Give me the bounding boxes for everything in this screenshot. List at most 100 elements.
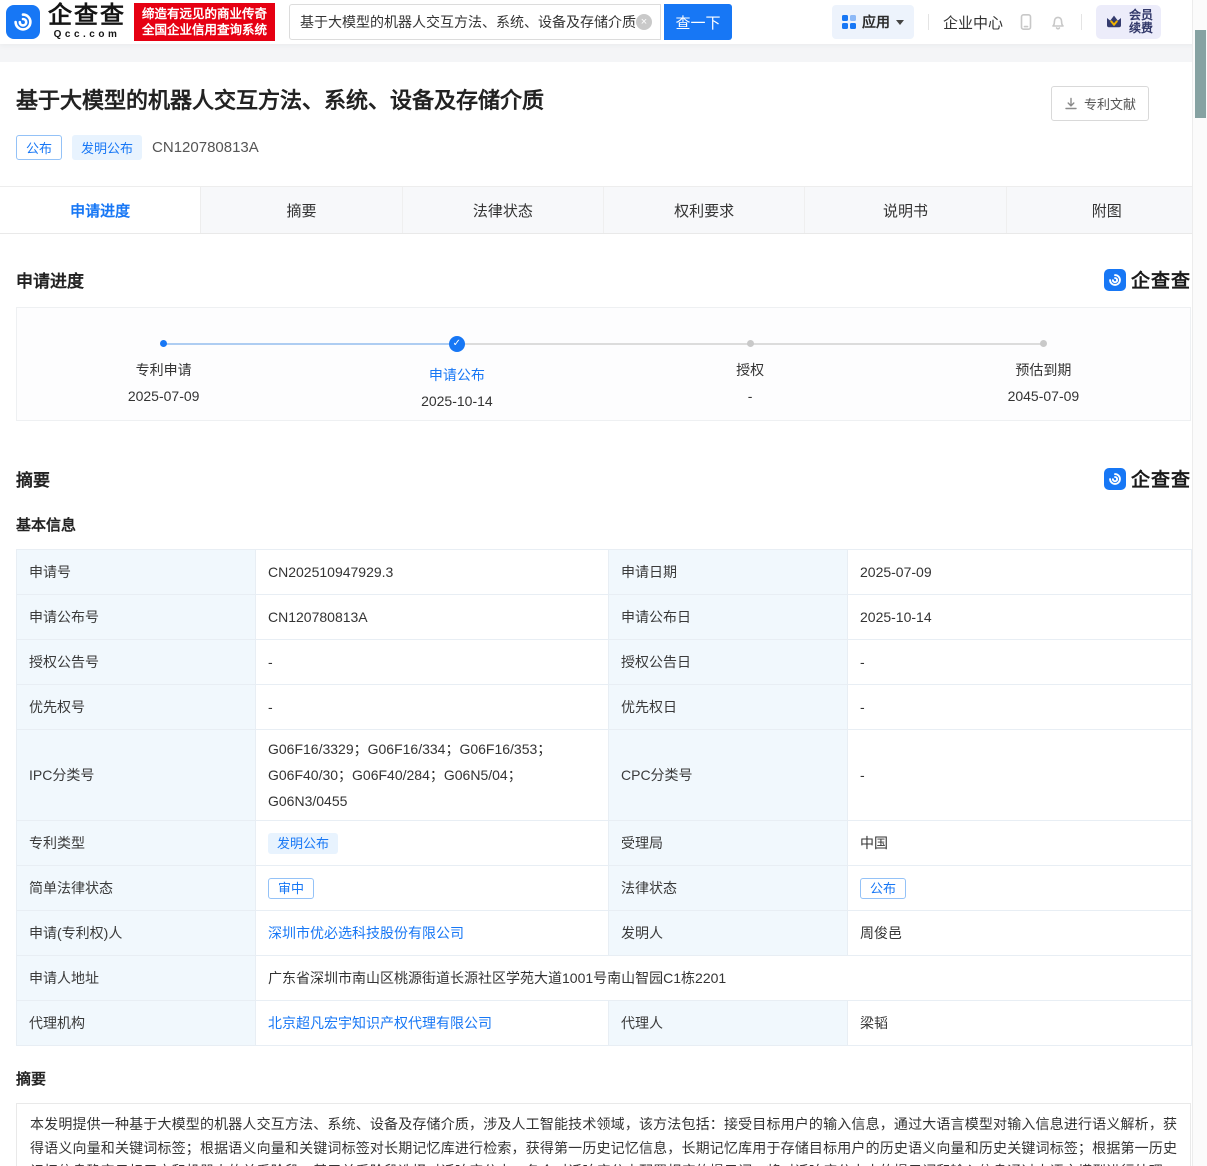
progress-section-header: 申请进度 企查查	[0, 266, 1207, 293]
timeline-step-date: 2045-07-09	[1008, 388, 1080, 404]
brand-slogan: 缔造有远见的商业传奇 全国企业信用查询系统	[134, 3, 275, 41]
basic-info-subtitle: 基本信息	[0, 514, 1207, 535]
table-row: IPC分类号 G06F16/3329；G06F16/334；G06F16/353…	[17, 730, 1192, 821]
agency-company-link[interactable]: 北京超凡宏宇知识产权代理有限公司	[268, 1015, 492, 1031]
table-row: 专利类型 发明公布 受理局 中国	[17, 821, 1192, 866]
basic-info-table: 申请号 CN202510947929.3 申请日期 2025-07-09 申请公…	[16, 549, 1192, 1046]
row-label: 代理人	[609, 1001, 848, 1046]
timeline-step-label: 申请公布	[429, 365, 485, 385]
tab-drawings[interactable]: 附图	[1007, 187, 1207, 233]
table-row: 优先权号 - 优先权日 -	[17, 685, 1192, 730]
row-label: 优先权日	[609, 685, 848, 730]
row-label: 申请日期	[609, 550, 848, 595]
application-number: CN202510947929.3	[256, 550, 609, 595]
chevron-down-icon	[896, 20, 904, 25]
applicant-cell: 深圳市优必选科技股份有限公司	[256, 911, 609, 956]
patent-document-button[interactable]: 专利文献	[1051, 86, 1149, 121]
timeline-step-label: 授权	[736, 360, 764, 380]
row-label: 法律状态	[609, 866, 848, 911]
timeline-step-expiry: 预估到期 2045-07-09	[897, 308, 1190, 420]
slogan-line1: 缔造有远见的商业传奇	[142, 7, 267, 21]
timeline-dot-pending	[747, 340, 754, 347]
qcc-watermark-logo: 企查查	[1104, 465, 1191, 492]
member-line2: 续费	[1129, 21, 1153, 35]
timeline-step-label: 预估到期	[1015, 360, 1071, 380]
apps-menu[interactable]: 应用	[832, 5, 914, 39]
apps-label: 应用	[862, 12, 890, 32]
notification-bell-icon[interactable]	[1049, 13, 1067, 31]
page-background-band	[0, 44, 1207, 62]
mobile-app-icon[interactable]	[1017, 13, 1035, 31]
search-value: 基于大模型的机器人交互方法、系统、设备及存储介质	[300, 12, 636, 32]
tab-bar: 申请进度 摘要 法律状态 权利要求 说明书 附图	[0, 186, 1207, 234]
row-label: 申请人地址	[17, 956, 256, 1001]
scrollbar-thumb[interactable]	[1195, 30, 1206, 118]
table-row: 代理机构 北京超凡宏宇知识产权代理有限公司 代理人 梁韬	[17, 1001, 1192, 1046]
brand-en: Qcc.com	[54, 30, 121, 40]
row-label: 授权公告日	[609, 640, 848, 685]
row-label: 申请公布日	[609, 595, 848, 640]
header-nav: 应用 企业中心 会员 续费	[832, 5, 1161, 39]
inventor: 周俊邑	[848, 911, 1192, 956]
application-date: 2025-07-09	[848, 550, 1192, 595]
abstract-section-title: 摘要	[16, 466, 50, 491]
row-label: 申请(专利权)人	[17, 911, 256, 956]
tab-description[interactable]: 说明书	[805, 187, 1006, 233]
progress-section-title: 申请进度	[16, 267, 84, 292]
search-button[interactable]: 查一下	[664, 4, 732, 40]
tab-legal-status[interactable]: 法律状态	[403, 187, 604, 233]
applicant-company-link[interactable]: 深圳市优必选科技股份有限公司	[268, 925, 464, 941]
member-text: 会员 续费	[1129, 9, 1153, 35]
abstract-section-header: 摘要 企查查	[0, 465, 1207, 492]
member-renew-button[interactable]: 会员 续费	[1096, 5, 1161, 39]
cpc-classification: -	[848, 730, 1192, 821]
search-area: 基于大模型的机器人交互方法、系统、设备及存储介质 × 查一下	[289, 4, 732, 40]
scrollbar-track[interactable]	[1192, 0, 1207, 1166]
member-badge-icon	[1104, 12, 1124, 32]
table-row: 申请(专利权)人 深圳市优必选科技股份有限公司 发明人 周俊邑	[17, 911, 1192, 956]
qcc-logo[interactable]: 企查查 Qcc.com 缔造有远见的商业传奇 全国企业信用查询系统	[6, 3, 275, 41]
status-badge: 公布	[16, 135, 62, 160]
timeline-step-date: 2025-07-09	[128, 388, 200, 404]
apps-grid-icon	[842, 15, 856, 29]
publication-date: 2025-10-14	[848, 595, 1192, 640]
timeline-step-date: -	[748, 388, 753, 404]
enterprise-center-link[interactable]: 企业中心	[943, 12, 1003, 33]
timeline-check-icon: ✓	[449, 336, 465, 352]
clear-search-icon[interactable]: ×	[636, 14, 652, 30]
legal-status-badge: 公布	[860, 878, 906, 899]
timeline-step-granted: 授权 -	[604, 308, 897, 420]
grant-date: -	[848, 640, 1192, 685]
priority-date: -	[848, 685, 1192, 730]
tab-application-progress[interactable]: 申请进度	[0, 187, 201, 233]
application-timeline: 专利申请 2025-07-09 ✓ 申请公布 2025-10-14 授权 - 预…	[16, 307, 1191, 421]
member-line1: 会员	[1129, 8, 1153, 22]
slogan-line2: 全国企业信用查询系统	[142, 23, 267, 37]
row-label: 受理局	[609, 821, 848, 866]
agency-cell: 北京超凡宏宇知识产权代理有限公司	[256, 1001, 609, 1046]
publication-number-cell: CN120780813A	[256, 595, 609, 640]
timeline-step-published: ✓ 申请公布 2025-10-14	[310, 308, 603, 420]
row-label: IPC分类号	[17, 730, 256, 821]
timeline-dot-done	[160, 340, 167, 347]
timeline-dot-pending	[1040, 340, 1047, 347]
priority-number: -	[256, 685, 609, 730]
patent-type-badge: 发明公布	[268, 833, 338, 854]
row-label: 代理机构	[17, 1001, 256, 1046]
patent-tag-row: 公布 发明公布 CN120780813A	[0, 121, 1207, 160]
tab-claims[interactable]: 权利要求	[604, 187, 805, 233]
brand-cn: 企查查	[48, 4, 126, 28]
publication-number: CN120780813A	[152, 139, 259, 156]
qcc-logo-text: 企查查	[1131, 465, 1191, 492]
tab-abstract[interactable]: 摘要	[201, 187, 402, 233]
qcc-logo-icon	[6, 5, 40, 39]
table-row: 简单法律状态 审中 法律状态 公布	[17, 866, 1192, 911]
row-label: 发明人	[609, 911, 848, 956]
divider	[928, 14, 929, 30]
row-label: CPC分类号	[609, 730, 848, 821]
row-label: 简单法律状态	[17, 866, 256, 911]
search-input[interactable]: 基于大模型的机器人交互方法、系统、设备及存储介质 ×	[289, 4, 661, 40]
grant-number: -	[256, 640, 609, 685]
simple-legal-status-badge: 审中	[268, 878, 314, 899]
patent-title: 基于大模型的机器人交互方法、系统、设备及存储介质	[16, 86, 544, 116]
